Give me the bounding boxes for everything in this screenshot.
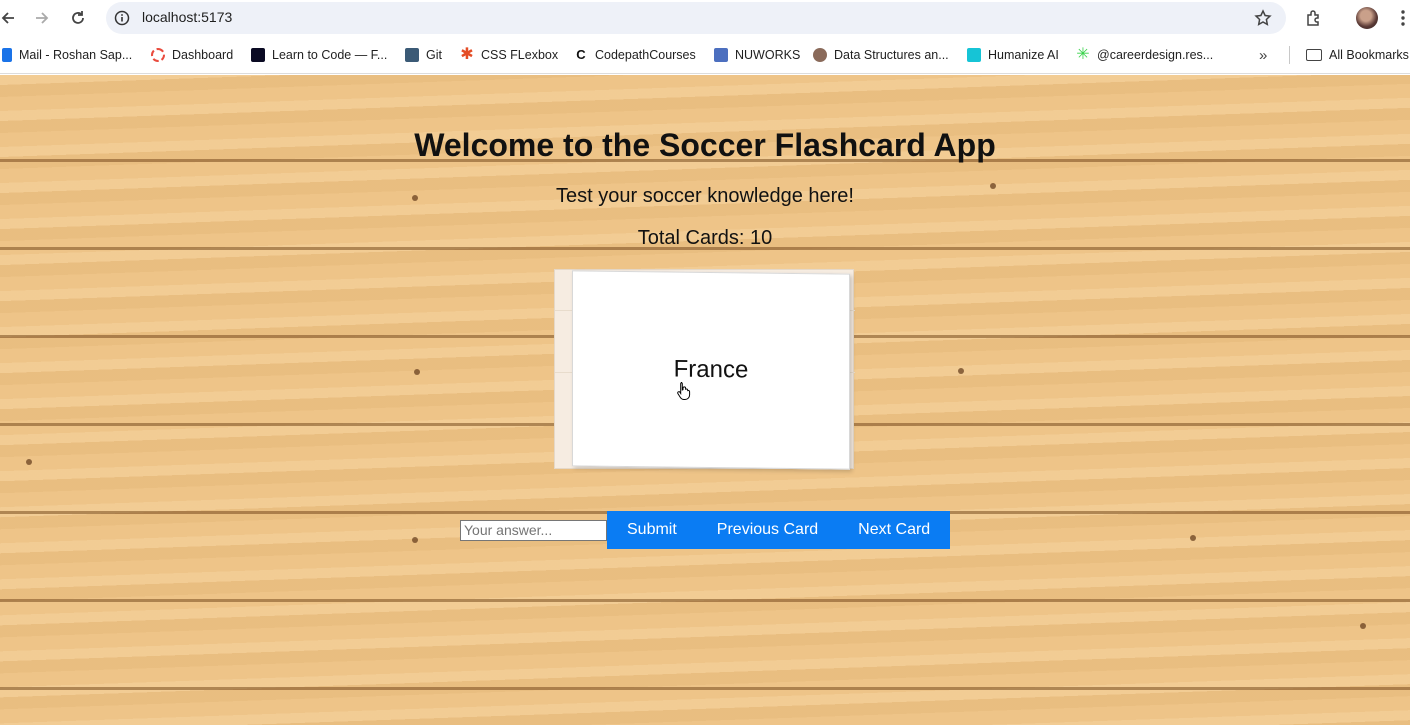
bookmark-humanize-ai[interactable]: Humanize AI [967, 46, 1059, 64]
bookmark-label: Mail - Roshan Sap... [19, 48, 133, 62]
bookmark-label: Dashboard [172, 48, 234, 62]
answer-input[interactable] [460, 519, 607, 541]
bookmark-label: CSS FLexbox [481, 48, 559, 62]
more-bookmarks-chevron-icon[interactable]: » [1259, 46, 1267, 64]
bookmark-nuworks[interactable]: NUWORKS [714, 46, 800, 64]
bookmark-label: Git [426, 48, 442, 62]
wood-knot [958, 368, 964, 374]
bookmark-mail[interactable]: Mail - Roshan Sap... [2, 46, 132, 64]
hand-pointer-cursor-icon [677, 382, 691, 400]
bookmark-label: Humanize AI [988, 48, 1059, 62]
bookmark-codepath[interactable]: C CodepathCourses [574, 46, 696, 64]
bookmark-label: Data Structures an... [834, 48, 949, 62]
all-bookmarks-folder[interactable]: All Bookmarks [1306, 46, 1409, 64]
wood-knot [1190, 535, 1196, 541]
bookmark-label: Learn to Code — F... [272, 48, 388, 62]
bookmark-freecodecamp[interactable]: Learn to Code — F... [251, 46, 387, 64]
menu-kebab-icon[interactable] [1391, 6, 1410, 30]
bookmark-label: CodepathCourses [595, 48, 696, 62]
bookmarks-divider [1289, 46, 1290, 64]
all-bookmarks-label: All Bookmarks [1329, 48, 1409, 62]
mail-icon [2, 48, 12, 62]
bookmark-git[interactable]: Git [405, 46, 442, 64]
wood-knot [412, 537, 418, 543]
bookmark-dashboard[interactable]: Dashboard [151, 46, 233, 64]
card-buttons: Submit Previous Card Next Card [607, 511, 951, 549]
reload-icon[interactable] [66, 6, 90, 30]
extensions-icon[interactable] [1302, 6, 1326, 30]
address-bar[interactable] [106, 2, 1286, 34]
humanize-ai-icon [967, 48, 981, 62]
url-text[interactable]: localhost:5173 [142, 9, 232, 25]
total-cards-count: Total Cards: 10 [637, 227, 773, 249]
bookmark-css-flexbox[interactable]: ✱ CSS FLexbox [460, 46, 558, 64]
bookmarks-bar: Mail - Roshan Sap... Dashboard Learn to … [0, 36, 1410, 74]
wood-background: Welcome to the Soccer Flashcard App Test… [0, 75, 1410, 725]
page-title: Welcome to the Soccer Flashcard App [414, 127, 996, 163]
browser-toolbar: localhost:5173 [0, 0, 1410, 36]
nuworks-icon [714, 48, 728, 62]
wood-knot [26, 459, 32, 465]
wood-knot [414, 369, 420, 375]
page-subtitle: Test your soccer knowledge here! [556, 185, 854, 207]
bookmark-careerdesign[interactable]: ✳ @careerdesign.res... [1076, 46, 1213, 64]
flashcard[interactable]: France [554, 266, 856, 478]
wood-knot [1360, 623, 1366, 629]
careerdesign-icon: ✳ [1076, 46, 1090, 63]
site-info-icon[interactable] [110, 6, 134, 30]
codepath-icon: C [576, 47, 586, 62]
forward-arrow-icon[interactable] [30, 6, 54, 30]
folder-icon [1306, 49, 1322, 61]
bookmark-star-icon[interactable] [1251, 6, 1275, 30]
bookmark-data-structures[interactable]: Data Structures an... [813, 46, 949, 64]
submit-button[interactable]: Submit [607, 511, 697, 549]
freecodecamp-icon [251, 48, 265, 62]
back-arrow-icon[interactable] [0, 6, 20, 30]
asterisk-icon: ✱ [460, 46, 474, 63]
profile-avatar[interactable] [1355, 6, 1379, 30]
answer-controls: Submit Previous Card Next Card [460, 511, 951, 549]
previous-card-button[interactable]: Previous Card [696, 511, 839, 549]
bookmark-label: @careerdesign.res... [1097, 48, 1214, 62]
data-structures-icon [813, 48, 827, 62]
flashcard-front[interactable]: France [572, 270, 850, 470]
bookmark-label: NUWORKS [735, 48, 801, 62]
git-icon [405, 48, 419, 62]
dashboard-icon [151, 48, 165, 62]
next-card-button[interactable]: Next Card [838, 511, 951, 549]
